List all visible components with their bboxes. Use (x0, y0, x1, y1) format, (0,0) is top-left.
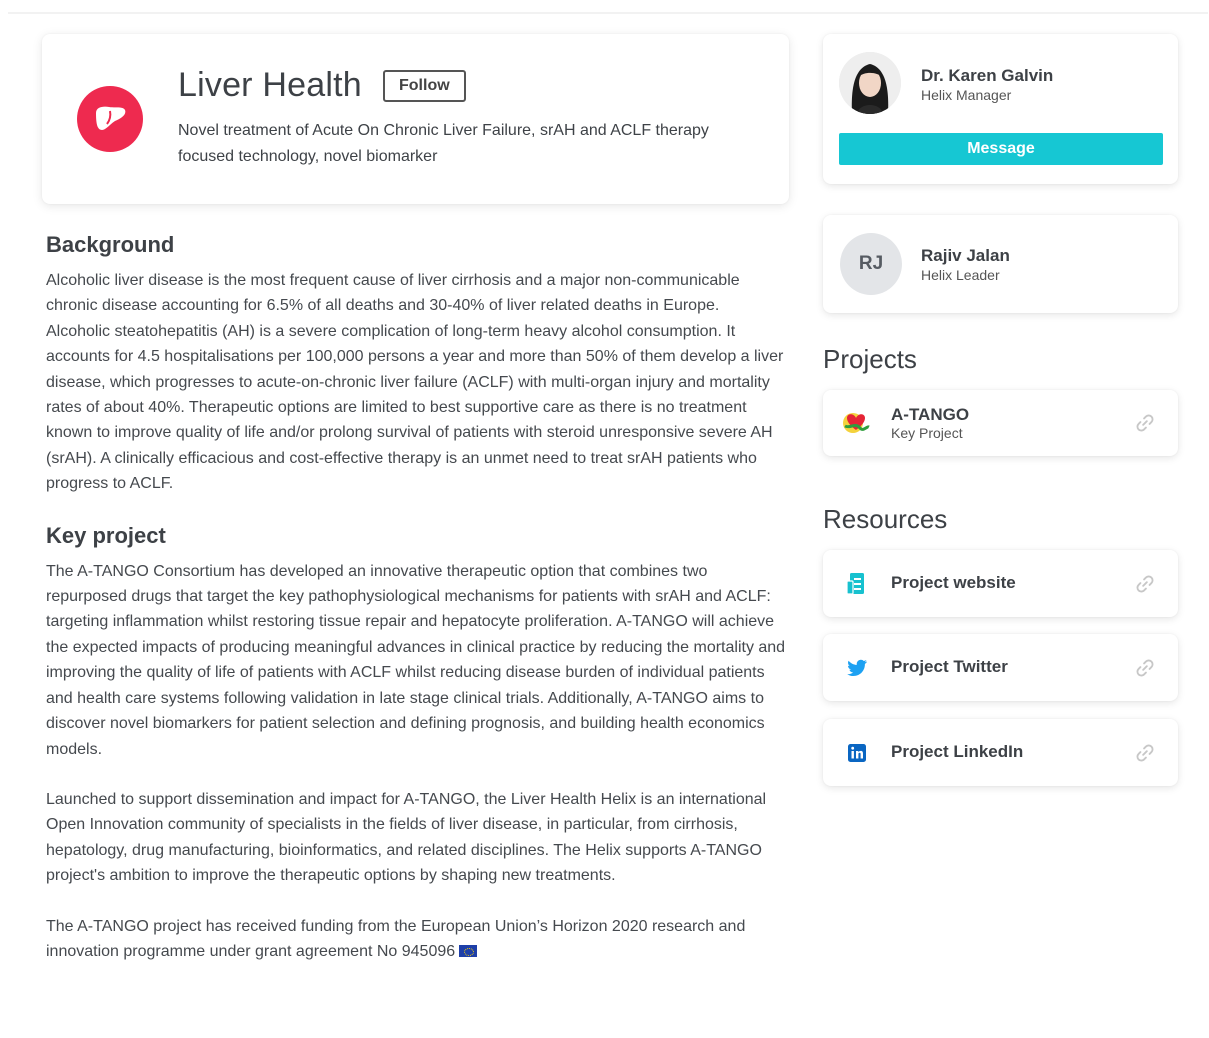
top-divider (8, 12, 1208, 14)
topic-header-card: Liver Health Follow Novel treatment of A… (42, 34, 789, 204)
twitter-icon (847, 659, 867, 676)
project-name: A-TANGO (891, 405, 970, 424)
resource-label: Project Twitter (891, 657, 1008, 676)
manager-role: Helix Manager (921, 87, 1012, 103)
link-icon (1136, 659, 1154, 677)
resource-item-website[interactable]: Project website (823, 550, 1178, 617)
eu-flag-icon (459, 944, 478, 957)
leader-role: Helix Leader (921, 267, 1000, 283)
funding-paragraph: The A-TANGO project has received funding… (46, 914, 786, 965)
manager-card: Dr. Karen Galvin Helix Manager Message (823, 34, 1178, 184)
project-card[interactable]: A-TANGO Key Project (823, 390, 1178, 456)
manager-name[interactable]: Dr. Karen Galvin (921, 66, 1053, 86)
leader-name[interactable]: Rajiv Jalan (921, 246, 1010, 266)
project-info: A-TANGO Key Project (891, 405, 969, 441)
avatar (839, 52, 901, 114)
key-project-heading: Key project (46, 522, 166, 548)
main-content: Background Alcoholic liver disease is th… (46, 232, 786, 964)
background-text: Alcoholic liver disease is the most freq… (46, 272, 784, 493)
avatar: RJ (840, 233, 902, 295)
message-button[interactable]: Message (839, 133, 1163, 165)
background-heading: Background (46, 232, 175, 257)
link-icon (1136, 414, 1154, 432)
resource-item-linkedin[interactable]: Project LinkedIn (823, 719, 1178, 786)
a-tango-logo-icon (843, 413, 870, 433)
leader-info: Rajiv Jalan Helix Leader (921, 246, 1010, 283)
topic-description: Novel treatment of Acute On Chronic Live… (178, 122, 709, 165)
leader-card: RJ Rajiv Jalan Helix Leader (823, 215, 1178, 313)
follow-button[interactable]: Follow (383, 70, 466, 102)
project-subtitle: Key Project (891, 425, 963, 441)
liver-icon (77, 86, 143, 152)
projects-heading: Projects (823, 344, 917, 374)
resource-label: Project LinkedIn (891, 742, 1024, 761)
key-project-paragraph: The A-TANGO Consortium has developed an … (46, 562, 786, 758)
link-icon (1136, 744, 1154, 762)
helix-paragraph: Launched to support dissemination and im… (46, 790, 767, 885)
resources-heading: Resources (823, 504, 948, 534)
page-title: Liver Health (178, 66, 362, 104)
website-icon (846, 573, 864, 595)
background-section: Background Alcoholic liver disease is th… (46, 232, 786, 497)
funding-text: The A-TANGO project has received funding… (46, 917, 746, 960)
resource-label: Project website (891, 573, 1016, 592)
resource-item-twitter[interactable]: Project Twitter (823, 634, 1178, 701)
key-project-section: Key project The A-TANGO Consortium has d… (46, 523, 786, 965)
linkedin-icon (848, 744, 866, 762)
link-icon (1136, 575, 1154, 593)
manager-info: Dr. Karen Galvin Helix Manager (921, 66, 1053, 103)
